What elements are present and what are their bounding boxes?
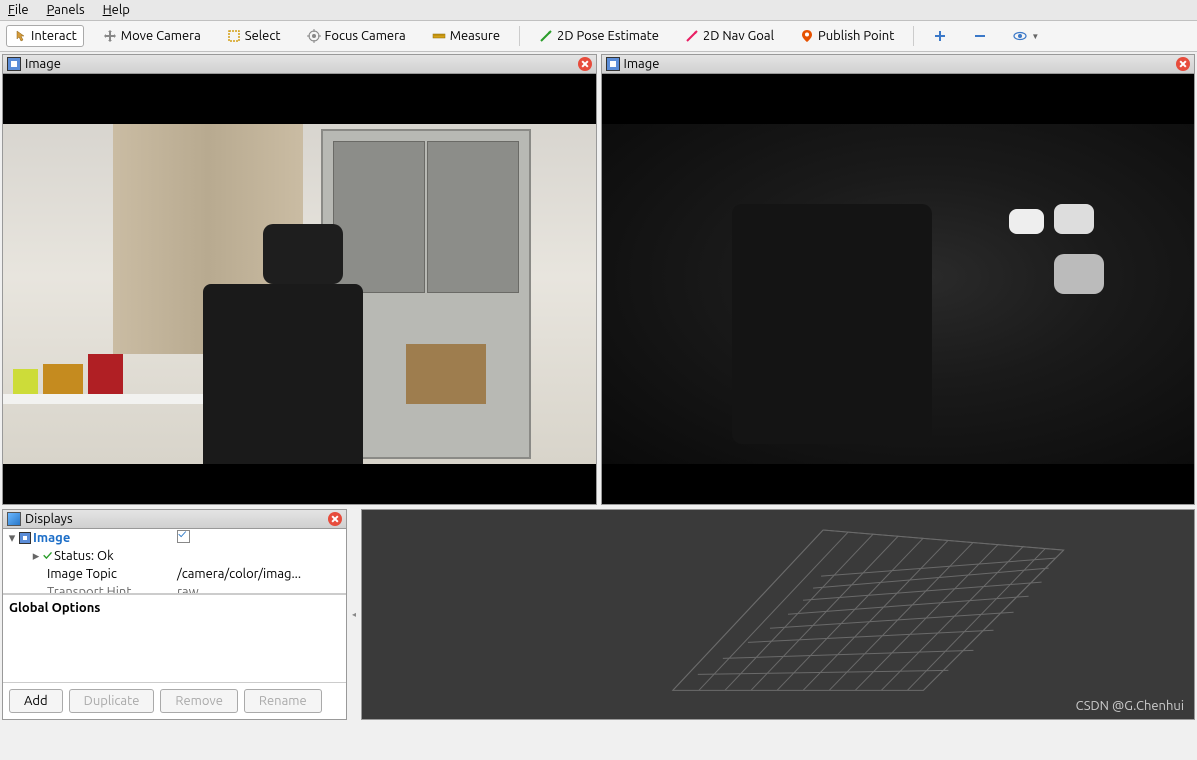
status-ok-icon: ✓ (43, 549, 52, 563)
topic-label: Image Topic (47, 567, 117, 581)
rename-button[interactable]: Rename (244, 689, 322, 713)
measure-button[interactable]: Measure (425, 25, 507, 47)
3d-viewport[interactable]: CSDN @G.Chenhui (361, 509, 1195, 720)
toolbar: Interact Move Camera Select Focus Camera… (0, 21, 1197, 52)
image-panels-row: Image Image (0, 52, 1197, 507)
tree-item-transport[interactable]: Transport Hint raw (3, 583, 346, 594)
pose-estimate-button[interactable]: 2D Pose Estimate (532, 25, 666, 47)
grid-plane (362, 510, 1194, 721)
menu-panels[interactable]: Panels (47, 3, 85, 17)
close-icon[interactable] (1176, 57, 1190, 71)
select-label: Select (245, 29, 281, 43)
description-box: Global Options (3, 594, 346, 682)
select-icon (227, 29, 241, 43)
close-icon[interactable] (328, 512, 342, 526)
transport-label: Transport Hint (47, 585, 131, 594)
status-label: Status: Ok (54, 549, 114, 563)
select-button[interactable]: Select (220, 25, 288, 47)
left-image-title: Image (25, 57, 574, 71)
remove-tool-button[interactable] (966, 25, 994, 47)
focus-camera-icon (307, 29, 321, 43)
displays-icon (7, 512, 21, 526)
image-enabled-checkbox[interactable] (177, 530, 190, 543)
displays-panel: Displays ▾ Image ▸ ✓ Status: Ok (2, 509, 347, 720)
add-tool-button[interactable] (926, 25, 954, 47)
minus-icon (973, 29, 987, 43)
nav-goal-icon (685, 29, 699, 43)
publish-point-button[interactable]: Publish Point (793, 25, 901, 47)
collapse-icon[interactable]: ▾ (7, 531, 17, 546)
image-panel-icon (7, 57, 21, 71)
toolbar-separator (519, 26, 520, 46)
right-image-panel: Image (601, 54, 1196, 505)
close-icon[interactable] (578, 57, 592, 71)
right-image-title: Image (624, 57, 1173, 71)
displays-panel-header[interactable]: Displays (3, 510, 346, 529)
image-panel-icon (606, 57, 620, 71)
left-image-panel: Image (2, 54, 597, 505)
measure-label: Measure (450, 29, 500, 43)
move-camera-button[interactable]: Move Camera (96, 25, 208, 47)
displays-tree: ▾ Image ▸ ✓ Status: Ok Image Topic /came (3, 529, 346, 594)
nav-goal-label: 2D Nav Goal (703, 29, 774, 43)
depth-image-view[interactable] (602, 74, 1195, 504)
pose-estimate-label: 2D Pose Estimate (557, 29, 659, 43)
interact-button[interactable]: Interact (6, 25, 84, 47)
menubar: File Panels Help (0, 0, 1197, 21)
image-display-label: Image (33, 531, 70, 545)
remove-button[interactable]: Remove (160, 689, 238, 713)
publish-point-label: Publish Point (818, 29, 894, 43)
eye-icon (1013, 29, 1027, 43)
pose-estimate-icon (539, 29, 553, 43)
right-image-panel-header[interactable]: Image (602, 55, 1195, 74)
focus-camera-label: Focus Camera (325, 29, 406, 43)
move-camera-label: Move Camera (121, 29, 201, 43)
focus-camera-button[interactable]: Focus Camera (300, 25, 413, 47)
nav-goal-button[interactable]: 2D Nav Goal (678, 25, 781, 47)
displays-buttons: Add Duplicate Remove Rename (3, 682, 346, 719)
menu-help[interactable]: Help (103, 3, 130, 17)
displays-title: Displays (25, 512, 324, 526)
interact-icon (13, 29, 27, 43)
duplicate-button[interactable]: Duplicate (69, 689, 155, 713)
rgb-image-view[interactable] (3, 74, 596, 504)
publish-point-icon (800, 29, 814, 43)
plus-icon (933, 29, 947, 43)
splitter-handle[interactable]: ◂ (351, 509, 357, 720)
measure-icon (432, 29, 446, 43)
interact-label: Interact (31, 29, 77, 43)
description-title: Global Options (9, 601, 340, 615)
bottom-row: Displays ▾ Image ▸ ✓ Status: Ok (0, 507, 1197, 722)
expand-icon[interactable]: ▸ (31, 549, 41, 564)
left-image-panel-header[interactable]: Image (3, 55, 596, 74)
menu-file[interactable]: File (8, 3, 29, 17)
topic-value[interactable]: /camera/color/imag... (173, 567, 346, 581)
image-display-icon (19, 532, 31, 544)
toolbar-separator-2 (913, 26, 914, 46)
tree-item-topic[interactable]: Image Topic /camera/color/imag... (3, 565, 346, 583)
move-camera-icon (103, 29, 117, 43)
view-menu-button[interactable]: ▼ (1006, 25, 1046, 47)
transport-value[interactable]: raw (173, 585, 346, 594)
tree-item-status[interactable]: ▸ ✓ Status: Ok (3, 547, 346, 565)
tree-item-image[interactable]: ▾ Image (3, 529, 346, 547)
add-button[interactable]: Add (9, 689, 63, 713)
